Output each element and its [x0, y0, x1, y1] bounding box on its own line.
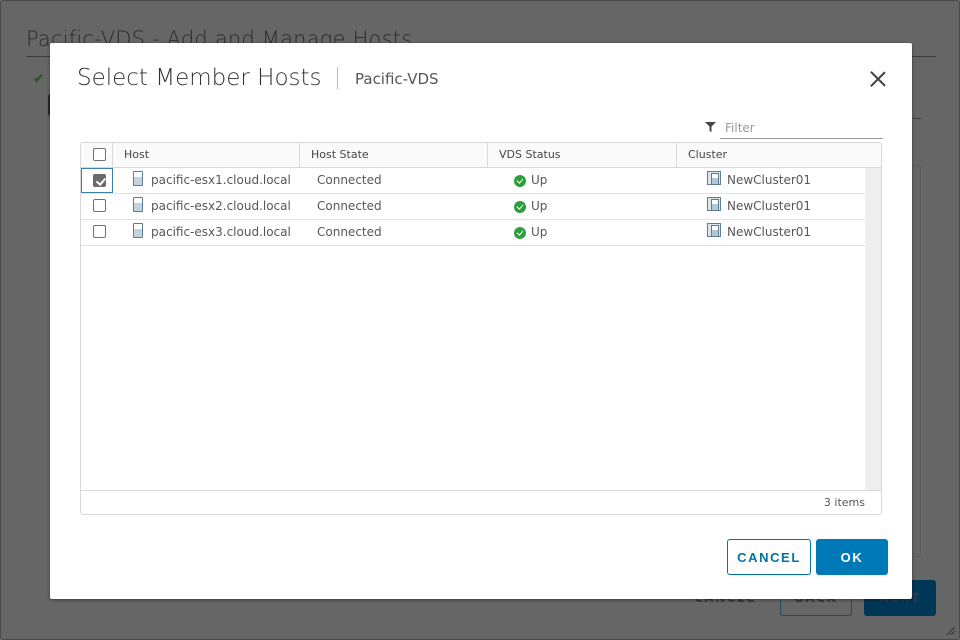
step-complete-check-icon: ✔ [33, 71, 45, 87]
row-checkbox[interactable] [93, 225, 106, 238]
dialog-subtitle: Pacific-VDS [355, 70, 439, 88]
column-header-cluster[interactable]: Cluster [676, 143, 881, 167]
cluster-icon [707, 223, 721, 237]
ok-button[interactable]: OK [816, 539, 888, 575]
cluster-name: NewCluster01 [727, 225, 812, 239]
datagrid-scrollbar[interactable] [865, 168, 881, 490]
column-header-vds-status[interactable]: VDS Status [487, 143, 675, 167]
datagrid-footer: 3 items [81, 490, 881, 514]
filter-input[interactable] [720, 118, 883, 139]
resize-grip-icon[interactable] [947, 627, 955, 635]
cancel-button[interactable]: CANCEL [727, 539, 811, 575]
row-select-cell[interactable] [81, 220, 113, 245]
filter-funnel-icon [705, 122, 716, 132]
host-name: pacific-esx3.cloud.local [151, 225, 291, 239]
close-icon[interactable] [868, 69, 888, 89]
wizard-divider [913, 118, 921, 119]
datagrid-body: pacific-esx1.cloud.local Connected Up Ne… [81, 168, 865, 490]
host-server-icon [133, 223, 143, 238]
wizard-content-panel [913, 165, 921, 557]
host-state: Connected [317, 199, 382, 213]
host-name: pacific-esx2.cloud.local [151, 199, 291, 213]
hosts-datagrid: Host Host State VDS Status Cluster pacif… [80, 142, 882, 515]
cluster-icon [707, 171, 721, 185]
host-server-icon [133, 197, 143, 212]
status-ok-check-icon [514, 201, 526, 213]
status-ok-check-icon [514, 175, 526, 187]
row-select-cell[interactable] [81, 194, 113, 219]
host-state: Connected [317, 225, 382, 239]
dialog-title: Select Member Hosts [77, 65, 322, 91]
filter-container [705, 118, 883, 140]
column-header-host[interactable]: Host [112, 143, 300, 167]
table-row[interactable]: pacific-esx1.cloud.local Connected Up Ne… [81, 168, 865, 194]
vds-status: Up [531, 199, 548, 213]
table-row[interactable]: pacific-esx2.cloud.local Connected Up Ne… [81, 194, 865, 220]
row-checkbox[interactable] [93, 199, 106, 212]
row-checkbox[interactable] [93, 174, 106, 187]
cluster-name: NewCluster01 [727, 199, 812, 213]
vds-status: Up [531, 173, 548, 187]
select-member-hosts-dialog: Select Member Hosts Pacific-VDS Host Hos… [50, 43, 912, 599]
column-header-host-state[interactable]: Host State [299, 143, 487, 167]
host-state: Connected [317, 173, 382, 187]
row-select-cell[interactable] [81, 168, 113, 193]
cluster-icon [707, 197, 721, 211]
host-server-icon [133, 171, 143, 186]
table-row[interactable]: pacific-esx3.cloud.local Connected Up Ne… [81, 220, 865, 246]
cluster-name: NewCluster01 [727, 173, 812, 187]
status-ok-check-icon [514, 227, 526, 239]
host-name: pacific-esx1.cloud.local [151, 173, 291, 187]
title-separator [337, 67, 338, 89]
datagrid-header: Host Host State VDS Status Cluster [81, 143, 881, 168]
select-all-checkbox[interactable] [93, 148, 106, 161]
vds-status: Up [531, 225, 548, 239]
items-count: 3 items [823, 496, 865, 509]
